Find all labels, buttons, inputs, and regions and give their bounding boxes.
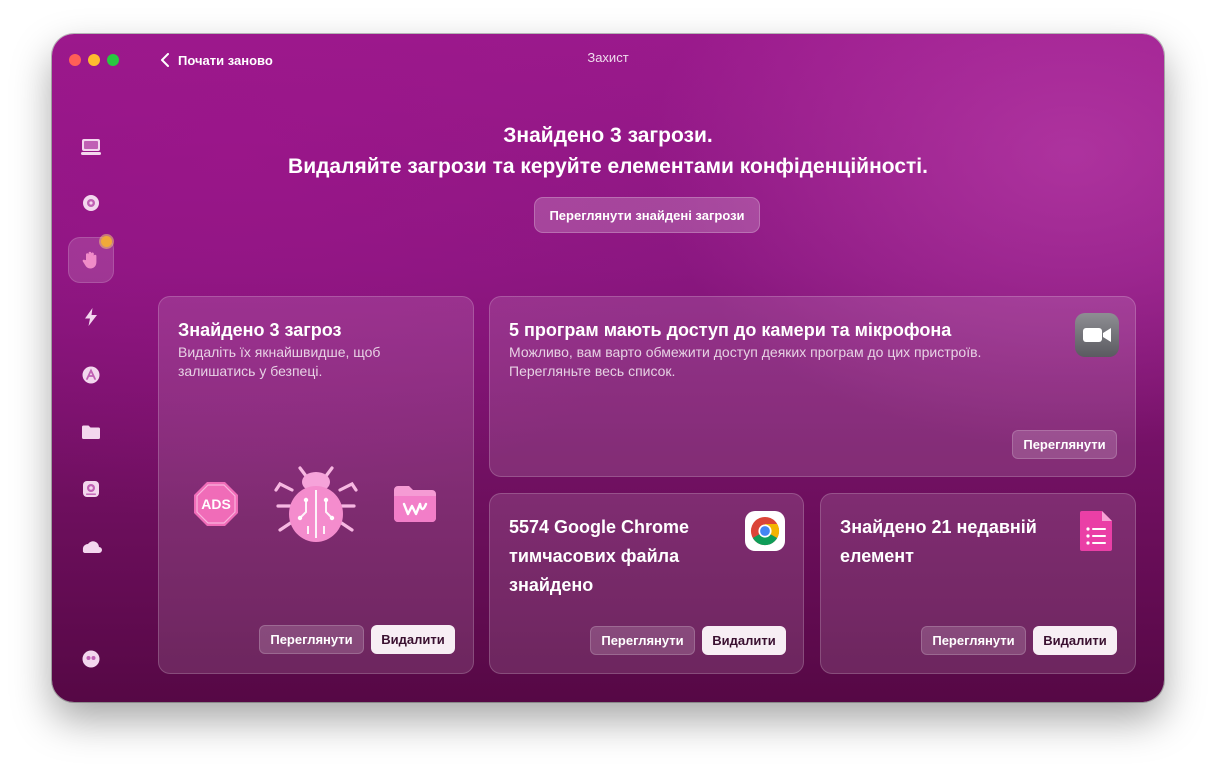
chrome-files-card: 5574 Google Chrome тимчасових файла знай…: [489, 493, 804, 674]
chrome-title-line-3: знайдено: [509, 575, 594, 595]
window-title: Захист: [587, 50, 629, 65]
camera-card-title: 5 програм мають доступ до камери та мікр…: [509, 320, 952, 340]
camera-card-description: Можливо, вам варто обмежити доступ деяки…: [509, 343, 981, 381]
malware-folder-icon: [394, 486, 436, 522]
recent-card-title: Знайдено 21 недавній елемент: [840, 513, 1037, 571]
recent-title-line-2: елемент: [840, 546, 914, 566]
threats-card-description: Видаліть їх якнайшвидше, щоб залишатись …: [178, 343, 380, 381]
sidebar-item-speed[interactable]: [68, 294, 114, 340]
threats-desc-line-1: Видаліть їх якнайшвидше, щоб: [178, 344, 381, 360]
chrome-remove-button[interactable]: Видалити: [702, 626, 786, 655]
chrome-review-button[interactable]: Переглянути: [590, 626, 695, 655]
app-window: Почати заново Захист Знайдено 3 загрози.…: [52, 34, 1164, 702]
sidebar-item-applications[interactable]: [68, 352, 114, 398]
camera-icon: [1075, 313, 1119, 357]
recent-remove-button[interactable]: Видалити: [1033, 626, 1117, 655]
threats-review-button[interactable]: Переглянути: [259, 625, 364, 654]
chrome-card-title: 5574 Google Chrome тимчасових файла знай…: [509, 513, 689, 600]
disk-icon: [83, 481, 99, 497]
headline-line-1: Знайдено 3 загрози.: [503, 124, 713, 147]
sidebar-item-assistant[interactable]: [68, 636, 114, 682]
threats-desc-line-2: залишатись у безпеці.: [178, 363, 323, 379]
hand-icon: [82, 251, 97, 269]
folder-icon: [82, 425, 100, 439]
ads-icon: ADS: [194, 482, 238, 526]
threats-card-title: Знайдено 3 загроз: [178, 320, 342, 340]
ads-label: ADS: [201, 496, 231, 512]
sidebar-item-space-lens[interactable]: [68, 466, 114, 512]
assistant-icon: [82, 650, 100, 668]
cloud-icon: [82, 541, 102, 553]
virus-icon: [83, 195, 99, 211]
document-list-icon: [1080, 511, 1112, 551]
sidebar-item-files[interactable]: [68, 409, 114, 455]
camera-desc-line-2: Перегляньте весь список.: [509, 363, 676, 379]
chrome-title-line-1: 5574 Google Chrome: [509, 517, 690, 537]
lightning-icon: [85, 308, 97, 326]
status-badge: [101, 236, 112, 247]
sidebar-item-protection[interactable]: [68, 236, 114, 283]
recent-title-line-1: Знайдено 21 недавній: [840, 517, 1037, 537]
sidebar-item-protection-scan[interactable]: [68, 180, 114, 226]
recent-items-card: Знайдено 21 недавній елемент Переглянути…: [820, 493, 1136, 674]
page-headline: Знайдено 3 загрози. Видаляйте загрози та…: [52, 120, 1164, 182]
chrome-icon: [745, 511, 785, 551]
apps-icon: [82, 366, 100, 384]
view-found-threats-button[interactable]: Переглянути знайдені загрози: [534, 197, 760, 233]
sidebar: [52, 114, 132, 702]
bug-icon: [274, 466, 358, 542]
chrome-title-line-2: тимчасових файла: [509, 546, 680, 566]
camera-review-button[interactable]: Переглянути: [1012, 430, 1117, 459]
threats-remove-button[interactable]: Видалити: [371, 625, 455, 654]
camera-access-card: 5 програм мають доступ до камери та мікр…: [489, 296, 1136, 477]
sidebar-item-cloud[interactable]: [68, 524, 114, 570]
recent-review-button[interactable]: Переглянути: [921, 626, 1026, 655]
threats-card: Знайдено 3 загроз Видаліть їх якнайшвидш…: [158, 296, 474, 674]
headline-line-2: Видаляйте загрози та керуйте елементами …: [288, 155, 928, 178]
camera-desc-line-1: Можливо, вам варто обмежити доступ деяки…: [509, 344, 982, 360]
